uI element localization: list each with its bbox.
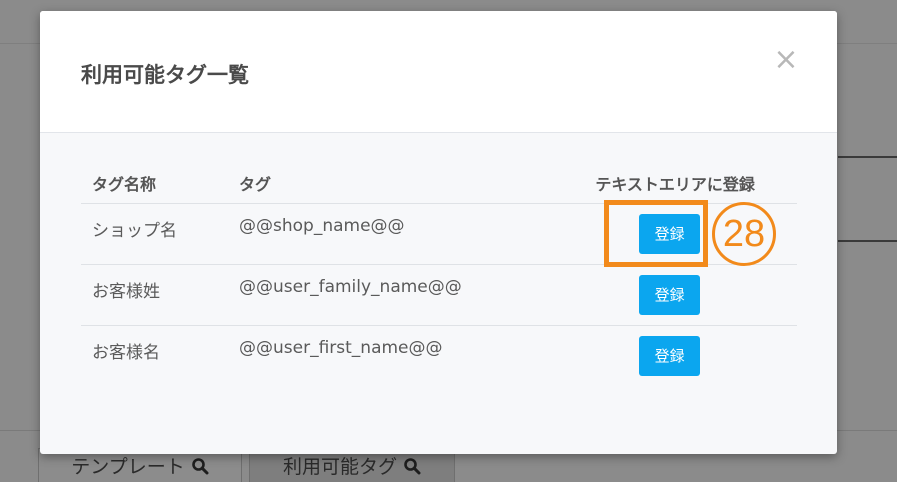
annotation-highlight-box [604,200,708,267]
background-divider [838,240,897,242]
table-row: お客様名 @@user_first_name@@ 登録 [81,326,797,387]
column-header-tag-name: タグ名称 [81,163,228,204]
column-header-tag: タグ [228,163,543,204]
table-header-row: タグ名称 タグ テキストエリアに登録 [81,163,797,204]
close-button[interactable]: × [773,42,799,77]
tag-value-cell: @@shop_name@@ [228,203,543,265]
tag-name-cell: お客様姓 [81,264,228,326]
modal-title: 利用可能タグ一覧 [81,63,249,87]
tab-available-tags-label: 利用可能タグ [282,456,397,478]
search-icon [404,457,421,474]
search-icon [191,457,209,474]
tag-name-cell: ショップ名 [81,203,228,265]
register-button-user-first-name[interactable]: 登録 [639,336,701,376]
register-cell: 登録 [542,326,797,387]
table-row: お客様姓 @@user_family_name@@ 登録 [81,264,797,326]
tag-name-cell: お客様名 [92,343,160,363]
tag-value-cell: @@user_family_name@@ [228,264,543,326]
column-header-register: テキストエリアに登録 [542,163,797,204]
modal-header: 利用可能タグ一覧 × [40,11,837,133]
tags-table: タグ名称 タグ テキストエリアに登録 ショップ名 @@shop_name@@ 登… [81,163,797,386]
close-icon: × [773,42,799,77]
background-divider [838,156,897,158]
annotation-step-number: 28 [712,202,776,266]
tab-template-label: テンプレート [71,456,185,478]
tag-value-cell: @@user_first_name@@ [239,338,443,358]
register-cell: 登録 [542,264,797,326]
register-button-user-family-name[interactable]: 登録 [639,275,701,315]
